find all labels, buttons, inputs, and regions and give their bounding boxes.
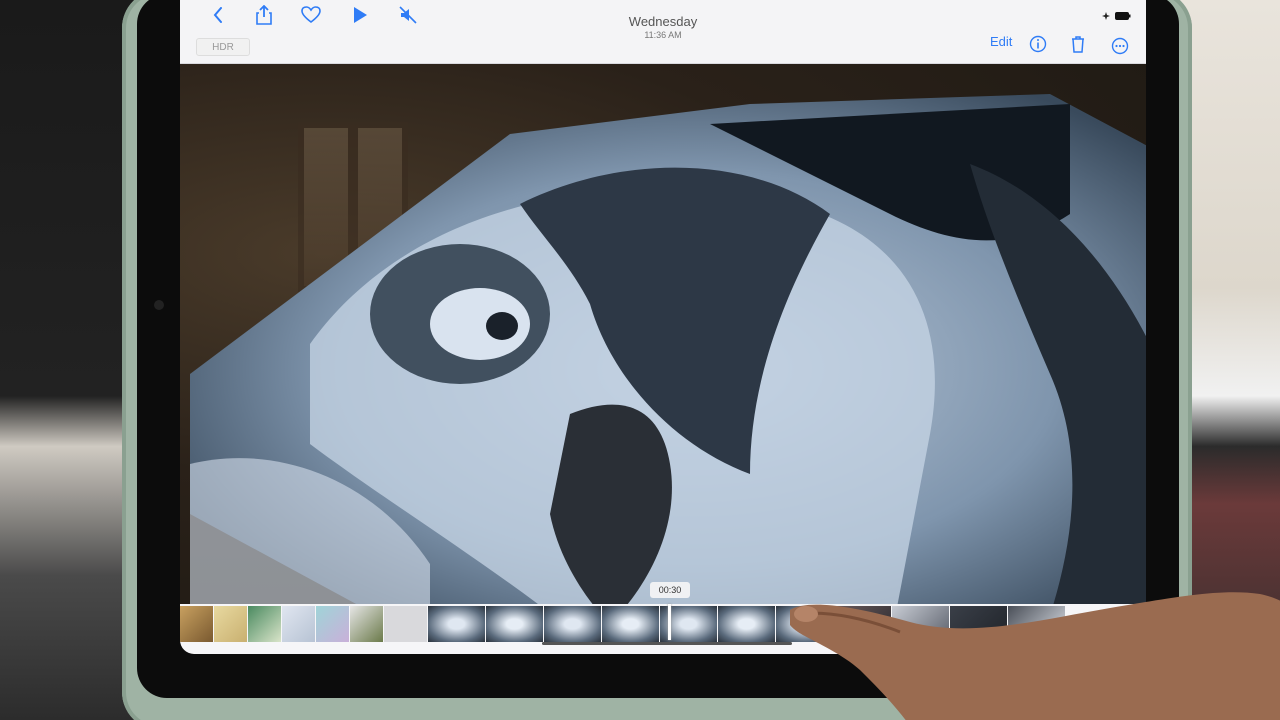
thumbnail	[428, 606, 486, 642]
thumbnail	[350, 606, 384, 642]
ultrasound-image	[190, 94, 1146, 604]
hdr-label: HDR	[212, 41, 234, 53]
thumbnail	[602, 606, 660, 642]
playhead[interactable]	[668, 604, 671, 640]
thumbnail	[316, 606, 350, 642]
pointing-hand	[790, 592, 1280, 720]
thumbnail	[248, 606, 282, 642]
thumbnail	[214, 606, 248, 642]
current-time-badge: 00:30	[650, 582, 690, 598]
thumbnail	[544, 606, 602, 642]
status-bar	[1102, 12, 1131, 20]
trash-icon[interactable]	[1067, 33, 1089, 55]
tablet-screen: Wednesday 11:36 AM Edit HDR 00:30	[180, 0, 1146, 654]
thumbnail	[486, 606, 544, 642]
airplane-icon	[1102, 12, 1110, 20]
photo-scene: Wednesday 11:36 AM Edit HDR 00:30	[0, 0, 1280, 720]
hdr-badge: HDR	[196, 38, 250, 56]
thumbnail	[718, 606, 776, 642]
toolbar: Wednesday 11:36 AM Edit	[180, 0, 1146, 64]
page-title: Wednesday	[628, 14, 698, 29]
thumbnail	[180, 606, 214, 642]
battery-icon	[1115, 12, 1131, 20]
thumbnail	[282, 606, 316, 642]
edit-button[interactable]: Edit	[990, 34, 1012, 49]
info-icon[interactable]	[1027, 33, 1049, 55]
scroll-indicator	[542, 642, 792, 645]
front-camera	[154, 300, 164, 310]
ellipsis-icon[interactable]	[1109, 35, 1131, 57]
thumbnail	[384, 606, 428, 642]
video-frame[interactable]	[180, 64, 1146, 604]
